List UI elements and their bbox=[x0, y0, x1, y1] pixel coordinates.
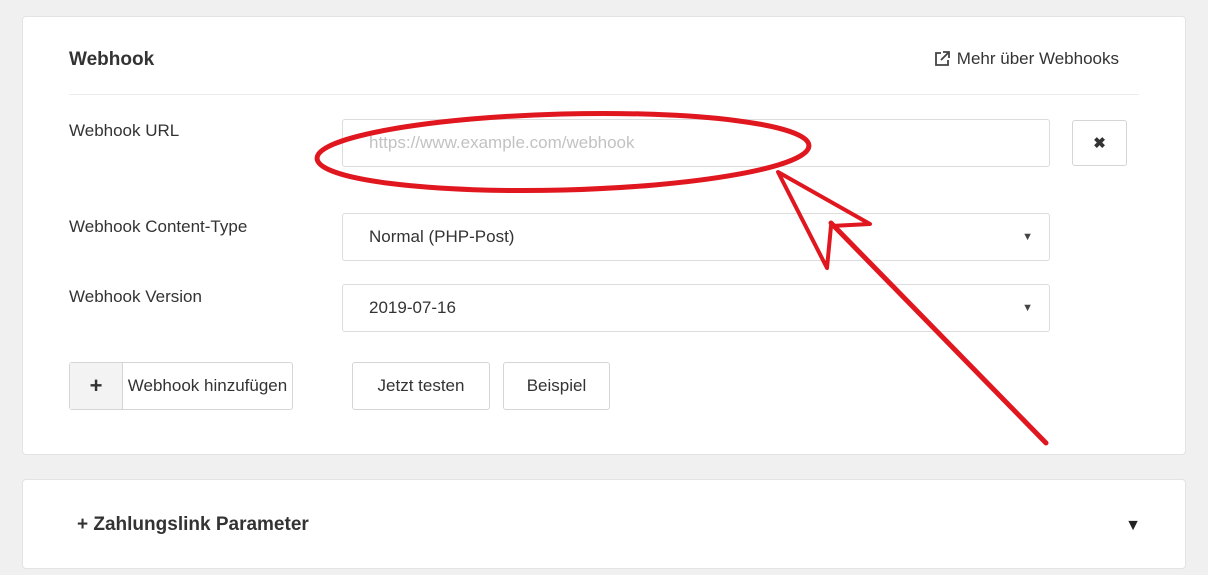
add-webhook-label: Webhook hinzufügen bbox=[127, 376, 288, 395]
webhook-version-value: 2019-07-16 bbox=[369, 298, 456, 317]
payment-link-parameter-panel[interactable]: + Zahlungslink Parameter ▼ bbox=[22, 479, 1186, 569]
content-type-label: Webhook Content-Type bbox=[69, 217, 248, 236]
clear-url-button[interactable]: ✖ bbox=[1072, 120, 1127, 166]
divider bbox=[69, 94, 1139, 95]
panel-title[interactable]: + Zahlungslink Parameter bbox=[77, 514, 309, 536]
caret-down-icon[interactable]: ▼ bbox=[1125, 517, 1141, 535]
test-now-button[interactable]: Jetzt testen bbox=[352, 362, 490, 410]
content-type-value: Normal (PHP-Post) bbox=[369, 227, 515, 246]
caret-down-icon: ▼ bbox=[1022, 302, 1033, 314]
test-now-label: Jetzt testen bbox=[377, 376, 465, 395]
panel-title: Webhook bbox=[69, 49, 155, 70]
more-link-label: Mehr über Webhooks bbox=[956, 49, 1119, 68]
webhook-url-label: Webhook URL bbox=[69, 121, 180, 140]
content-type-select[interactable]: Normal (PHP-Post) ▼ bbox=[342, 213, 1050, 261]
webhook-version-select[interactable]: 2019-07-16 ▼ bbox=[342, 284, 1050, 332]
external-link-icon bbox=[934, 51, 950, 66]
webhook-panel: Webhook Mehr über Webhooks Webhook URL ✖… bbox=[22, 16, 1186, 455]
caret-down-icon: ▼ bbox=[1022, 231, 1033, 243]
close-icon: ✖ bbox=[1093, 135, 1106, 152]
webhook-version-label: Webhook Version bbox=[69, 287, 202, 306]
more-about-webhooks-link[interactable]: Mehr über Webhooks bbox=[933, 49, 1119, 69]
add-webhook-button[interactable]: + Webhook hinzufügen bbox=[69, 362, 293, 410]
example-button[interactable]: Beispiel bbox=[503, 362, 610, 410]
example-label: Beispiel bbox=[526, 376, 587, 395]
plus-icon: + bbox=[70, 363, 123, 409]
webhook-url-input[interactable] bbox=[342, 119, 1050, 167]
